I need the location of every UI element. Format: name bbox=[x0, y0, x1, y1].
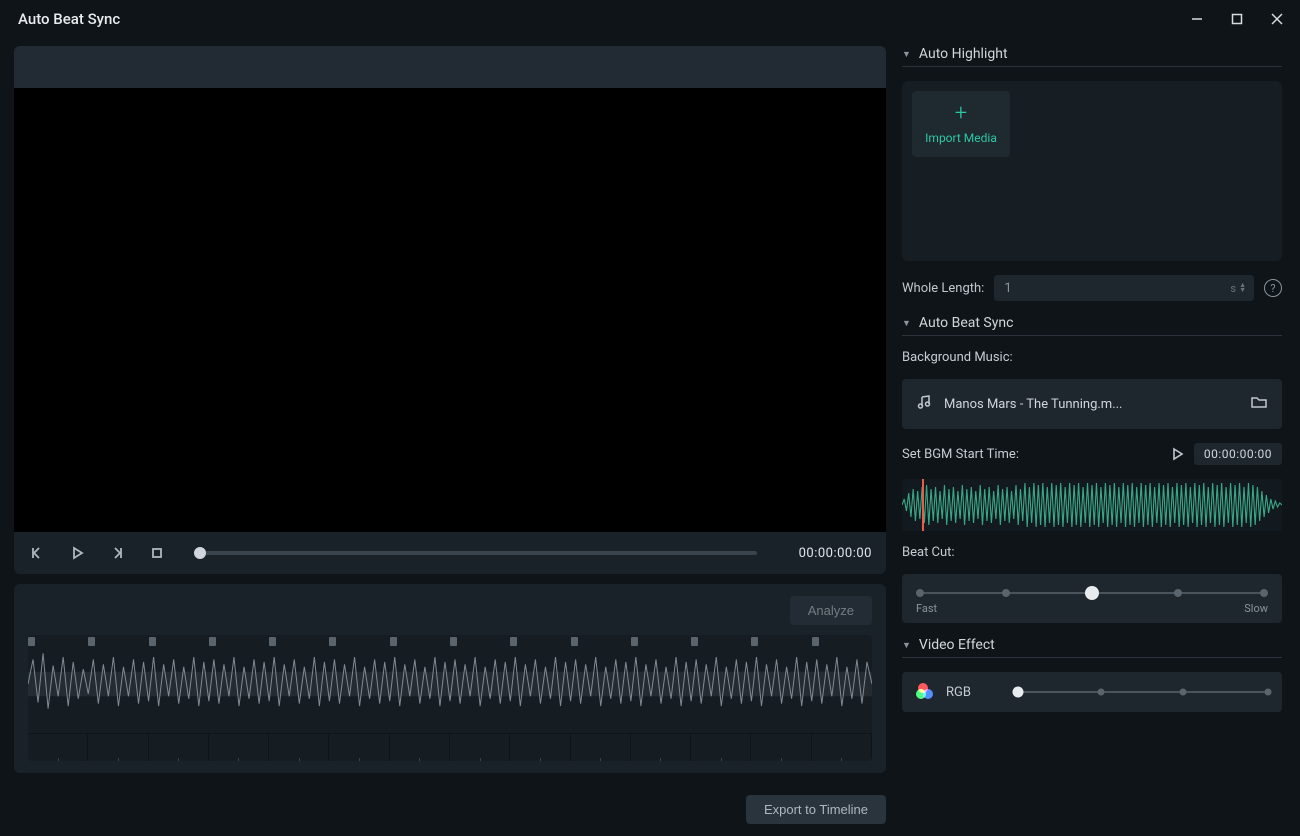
background-music-label: Background Music: bbox=[902, 350, 1282, 365]
beat-cut-slider[interactable] bbox=[920, 592, 1264, 594]
background-music-row: Manos Mars - The Tunning.m... bbox=[902, 379, 1282, 429]
timeline-card: Analyze bbox=[14, 584, 886, 773]
beat-cut-slider-box: Fast Slow bbox=[902, 574, 1282, 623]
section-auto-highlight[interactable]: ▼ Auto Highlight bbox=[902, 46, 1282, 67]
bgm-start-label: Set BGM Start Time: bbox=[902, 447, 1019, 462]
preview-viewport[interactable] bbox=[14, 88, 886, 532]
section-title: Video Effect bbox=[919, 637, 995, 653]
import-media-label: Import Media bbox=[925, 131, 997, 145]
close-icon[interactable] bbox=[1266, 8, 1288, 30]
plus-icon: + bbox=[955, 103, 967, 125]
preview-tabs-bar bbox=[14, 46, 886, 88]
analyze-button[interactable]: Analyze bbox=[790, 596, 872, 625]
whole-length-value: 1 bbox=[1004, 281, 1011, 296]
bgm-play-button[interactable] bbox=[1170, 447, 1184, 461]
preview-card: 00:00:00:00 bbox=[14, 46, 886, 574]
folder-icon[interactable] bbox=[1250, 394, 1268, 414]
whole-length-unit: s bbox=[1230, 282, 1236, 295]
beat-cut-label: Beat Cut: bbox=[902, 545, 1282, 560]
rgb-icon bbox=[916, 683, 934, 701]
waveform-timeline[interactable] bbox=[28, 635, 872, 761]
bgm-playhead[interactable] bbox=[922, 479, 924, 531]
chevron-down-icon: ▼ bbox=[902, 318, 911, 329]
prev-frame-button[interactable] bbox=[28, 544, 46, 562]
section-video-effect[interactable]: ▼ Video Effect bbox=[902, 637, 1282, 658]
beat-cut-fast-label: Fast bbox=[916, 602, 937, 615]
minimize-icon[interactable] bbox=[1186, 8, 1208, 30]
import-media-button[interactable]: + Import Media bbox=[912, 91, 1010, 157]
whole-length-label: Whole Length: bbox=[902, 281, 984, 296]
background-music-filename: Manos Mars - The Tunning.m... bbox=[944, 397, 1238, 412]
video-effect-row: RGB bbox=[902, 672, 1282, 712]
play-button[interactable] bbox=[68, 544, 86, 562]
section-auto-beat-sync[interactable]: ▼ Auto Beat Sync bbox=[902, 315, 1282, 336]
section-title: Auto Highlight bbox=[919, 46, 1008, 62]
spinner-icon[interactable]: ▲▼ bbox=[1239, 283, 1246, 293]
chevron-down-icon: ▼ bbox=[902, 640, 911, 651]
bgm-start-value[interactable]: 00:00:00:00 bbox=[1194, 443, 1282, 465]
video-effect-slider[interactable] bbox=[1018, 691, 1268, 693]
help-icon[interactable]: ? bbox=[1264, 279, 1282, 297]
chevron-down-icon: ▼ bbox=[902, 49, 911, 60]
titlebar: Auto Beat Sync bbox=[0, 0, 1300, 38]
maximize-icon[interactable] bbox=[1226, 8, 1248, 30]
video-effect-name: RGB bbox=[946, 685, 1006, 700]
next-frame-button[interactable] bbox=[108, 544, 126, 562]
player-timecode: 00:00:00:00 bbox=[799, 546, 872, 561]
scrubber[interactable] bbox=[200, 551, 757, 555]
window-title: Auto Beat Sync bbox=[18, 10, 120, 28]
media-dropzone[interactable]: + Import Media bbox=[902, 81, 1282, 261]
music-note-icon bbox=[916, 394, 932, 414]
player-controls: 00:00:00:00 bbox=[14, 532, 886, 574]
bgm-waveform[interactable] bbox=[902, 479, 1282, 531]
whole-length-input[interactable]: 1 s ▲▼ bbox=[994, 275, 1254, 301]
timeline-segments bbox=[28, 733, 872, 761]
section-title: Auto Beat Sync bbox=[919, 315, 1014, 331]
stop-button[interactable] bbox=[148, 544, 166, 562]
beat-cut-slow-label: Slow bbox=[1244, 602, 1268, 615]
window-controls bbox=[1186, 8, 1288, 30]
export-to-timeline-button[interactable]: Export to Timeline bbox=[746, 795, 886, 824]
